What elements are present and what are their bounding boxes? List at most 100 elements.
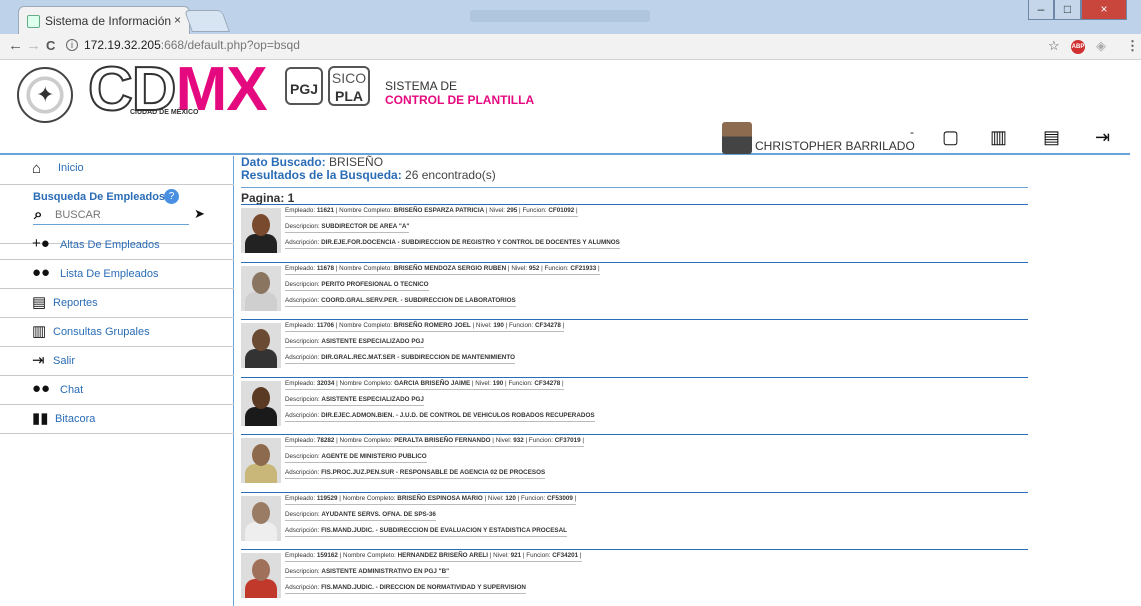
search-summary: Dato Buscado: BRISEÑO Resultados de la B… [241,156,496,182]
sidebar-item-label: Reportes [53,297,98,309]
record-line-id: Empleado: 159162 | Nombre Completo: HERN… [285,550,582,562]
user-name: CHRISTOPHER BARRILADO [755,139,915,153]
adblock-icon[interactable]: ABP [1071,40,1085,54]
employee-photo [241,380,281,426]
sidebar-item-inicio[interactable]: ⌂ Inicio [0,156,234,185]
bookmark-star-icon[interactable]: ☆ [1048,38,1060,54]
record-line-adscripcion: Adscripción: DIR.EJE.FOR.DOCENCIA - SUBD… [285,237,620,249]
record-line-adscripcion: Adscripción: DIR.EJEC.ADMON.BIEN. - J.U.… [285,410,595,422]
result-value: 26 encontrado(s) [401,168,496,182]
sidebar-item-label: Bitacora [55,413,96,425]
employee-record[interactable]: Empleado: 32034 | Nombre Completo: GARCI… [241,376,1028,434]
address-bar[interactable]: 172.19.32.205:668/default.php?op=bsqd [84,38,300,52]
book-icon: ▮▮ [32,410,49,427]
users-icon: ●● [32,264,51,281]
browser-tab[interactable]: Sistema de Información × [18,6,190,34]
logout-icon[interactable]: ⇥ [1095,127,1110,148]
report-icon: ▤ [32,294,47,311]
sidebar-item-label: Chat [60,384,84,396]
search-title: Busqueda De Empleados: [33,191,169,203]
home-icon: ⌂ [32,160,42,177]
back-icon[interactable]: ← [8,37,23,54]
maximize-button[interactable]: □ [1054,0,1081,20]
film-icon[interactable]: ▥ [990,127,1007,148]
record-line-descripcion: Descripcion: SUBDIRECTOR DE AREA "A" [285,221,410,233]
results-panel: Dato Buscado: BRISEÑO Resultados de la B… [241,156,1031,606]
browser-menu-icon[interactable]: ⋮ [1126,38,1139,54]
add-user-icon: +● [32,235,50,252]
sidebar-item-altas[interactable]: +● Altas De Empleados [0,231,234,260]
sidebar-item-lista[interactable]: ●● Lista De Empleados [0,260,234,289]
employee-record[interactable]: Empleado: 159162 | Nombre Completo: HERN… [241,549,1028,606]
record-line-adscripcion: Adscripción: COORD.GRAL.SERV.PER. - SUBD… [285,295,516,307]
site-info-icon[interactable]: i [66,39,78,51]
record-line-descripcion: Descripcion: PERITO PROFESIONAL O TECNIC… [285,279,429,291]
reload-icon[interactable]: C [46,38,55,53]
sidebar-item-chat[interactable]: ●● Chat [0,376,234,405]
sidebar-item-bitacora[interactable]: ▮▮ Bitacora [0,405,234,434]
pgj-logo: PGJ [285,67,323,105]
search-input[interactable] [33,205,189,225]
page-header: ✦ CDMX CIUDAD DE MÉXICO PGJ SICO PLA SIST… [0,58,1130,155]
favicon-icon [27,15,40,28]
tab-title: Sistema de Información [45,14,172,28]
document-icon[interactable]: ▤ [1043,127,1060,148]
window-title-blur [470,10,650,22]
tab-close-icon[interactable]: × [174,13,181,27]
sicopla-logo: SICO PLA [328,66,370,106]
exit-icon: ⇥ [32,352,45,369]
search-submit-icon[interactable]: ➤ [194,206,205,222]
record-line-adscripcion: Adscripción: DIR.GRAL.REC.MAT.SER - SUBD… [285,352,515,364]
url-host: 172.19.32.205 [84,38,161,52]
system-title: SISTEMA DE CONTROL DE PLANTILLA [385,79,535,107]
forward-icon[interactable]: → [26,37,41,54]
minimize-button[interactable]: – [1028,0,1054,20]
employee-record[interactable]: Empleado: 11678 | Nombre Completo: BRISE… [241,261,1028,319]
sidebar-item-label: Consultas Grupales [53,326,150,338]
employee-record[interactable]: Empleado: 11621 | Nombre Completo: BRISE… [241,204,1028,261]
record-line-adscripcion: Adscripción: FIS.PROC.JUZ.PEN.SUR - RESP… [285,467,546,479]
employee-photo [241,438,281,483]
record-line-id: Empleado: 119529 | Nombre Completo: BRIS… [285,493,577,505]
url-path: :668/default.php?op=bsqd [160,38,300,52]
employee-record[interactable]: Empleado: 78282 | Nombre Completo: PERAL… [241,434,1028,491]
help-icon[interactable]: ? [164,189,179,204]
dato-label: Dato Buscado: [241,155,326,169]
record-line-id: Empleado: 11678 | Nombre Completo: BRISE… [285,263,600,275]
sidebar-item-label: Lista De Empleados [60,268,159,280]
sidebar: ⌂ Inicio Busqueda De Empleados: ? ⌕ ➤ +● A… [0,156,234,606]
chat-users-icon: ●● [32,380,51,397]
documents-icon: ▥ [32,323,47,340]
result-label: Resultados de la Busqueda: [241,168,402,182]
sidebar-item-label: Inicio [58,162,84,174]
cdmx-subtitle: CIUDAD DE MÉXICO [130,109,199,116]
record-line-descripcion: Descripcion: AYUDANTE SERVS. OFNA. DE SP… [285,509,436,521]
record-line-adscripcion: Adscripción: FIS.MAND.JUDIC. - DIRECCION… [285,582,526,594]
record-line-id: Empleado: 78282 | Nombre Completo: PERAL… [285,435,585,447]
close-window-button[interactable]: × [1081,0,1127,20]
record-line-descripcion: Descripcion: AGENTE DE MINISTERIO PUBLIC… [285,451,427,463]
sidebar-item-salir[interactable]: ⇥ Salir [0,347,234,376]
record-line-adscripcion: Adscripción: FIS.MAND.JUDIC. - SUBDIRECC… [285,525,568,537]
user-avatar [722,122,752,154]
sidebar-item-reportes[interactable]: ▤ Reportes [0,289,234,318]
page-indicator: Pagina: 1 [241,187,1028,205]
record-line-id: Empleado: 11706 | Nombre Completo: BRISE… [285,320,565,332]
browser-tab-strip: Sistema de Información × – □ × [0,0,1141,34]
sidebar-item-consultas[interactable]: ▥ Consultas Grupales [0,318,234,347]
government-seal-logo: ✦ [17,67,73,123]
user-separator: - [910,125,914,139]
record-line-descripcion: Descripcion: ASISTENTE ESPECIALIZADO PGJ [285,394,424,406]
inbox-icon[interactable]: ▢ [942,127,959,148]
employee-photo [241,265,281,311]
employee-photo [241,208,281,253]
employee-record[interactable]: Empleado: 119529 | Nombre Completo: BRIS… [241,491,1028,549]
employee-record[interactable]: Empleado: 11706 | Nombre Completo: BRISE… [241,319,1028,376]
shield-extension-icon[interactable]: ◈ [1096,38,1106,54]
sidebar-item-label: Salir [53,355,76,367]
new-tab-button[interactable] [183,10,231,32]
record-line-descripcion: Descripcion: ASISTENTE ESPECIALIZADO PGJ [285,336,424,348]
employee-photo [241,553,281,598]
dato-value: BRISEÑO [325,155,384,169]
record-line-id: Empleado: 11621 | Nombre Completo: BRISE… [285,205,578,217]
